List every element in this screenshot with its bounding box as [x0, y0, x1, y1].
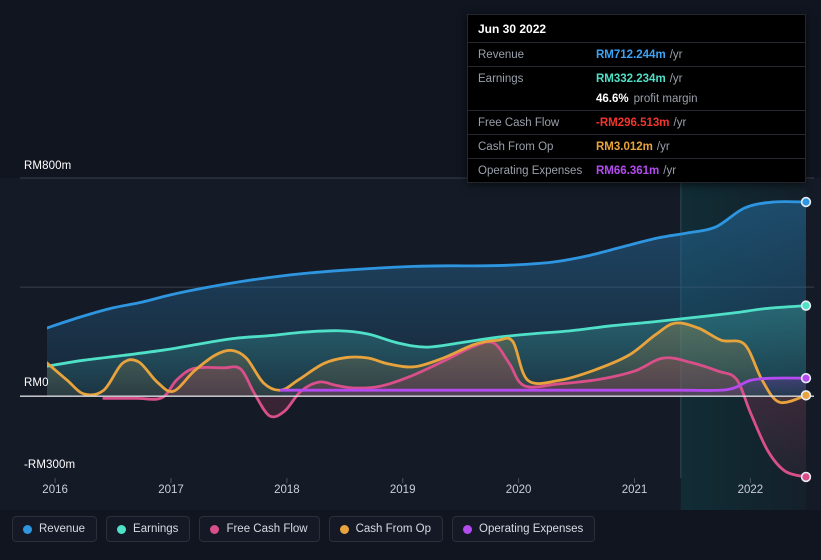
tooltip-row-value: RM712.244m [596, 48, 666, 61]
data-tooltip: Jun 30 2022 Revenue RM712.244m/yr Earnings… [467, 14, 806, 183]
legend-color-dot-icon [463, 524, 473, 534]
tooltip-row: Revenue RM712.244m/yr [468, 42, 805, 66]
legend-color-dot-icon [210, 524, 220, 534]
x-axis-tick-2022: 2022 [737, 484, 764, 496]
tooltip-row-value: -RM296.513m [596, 116, 670, 129]
tooltip-row-unit: /yr [669, 72, 683, 85]
tooltip-row: 46.6% profit margin [468, 90, 805, 110]
x-axis-tick-2021: 2021 [621, 484, 648, 496]
legend-item-label: Earnings [133, 523, 179, 535]
y-axis-label-zero: RM0 [24, 377, 49, 389]
legend-item-operating-expenses[interactable]: Operating Expenses [452, 516, 596, 542]
tooltip-row-label: Free Cash Flow [478, 116, 560, 129]
legend-item-cash-from-op[interactable]: Cash From Op [328, 516, 444, 542]
tooltip-row-label: Revenue [478, 48, 525, 61]
tooltip-row-label: Cash From Op [478, 140, 554, 153]
x-axis-tick-2020: 2020 [505, 484, 532, 496]
legend-item-free-cash-flow[interactable]: Free Cash Flow [199, 516, 320, 542]
tooltip-row-value: RM66.361m [596, 164, 660, 177]
tooltip-date: Jun 30 2022 [478, 22, 547, 36]
x-axis-tick-2018: 2018 [274, 484, 300, 496]
tooltip-row: Free Cash Flow -RM296.513m/yr [468, 110, 805, 134]
legend-item-label: Free Cash Flow [226, 523, 308, 535]
x-axis-tick-2019: 2019 [389, 484, 416, 496]
tooltip-row-label: Operating Expenses [478, 164, 583, 177]
tooltip-row: Operating Expenses RM66.361m/yr [468, 158, 805, 182]
y-axis-label-top: RM800m [24, 160, 72, 172]
legend-item-label: Revenue [39, 523, 86, 535]
chart-screenshot: RM800m RM0 -RM300m 2016 2017 2018 2019 2020 2… [0, 0, 821, 560]
legend-color-dot-icon [117, 524, 127, 534]
legend-color-dot-icon [339, 524, 349, 534]
x-axis-tick-2016: 2016 [42, 484, 68, 496]
tooltip-row-unit: /yr [656, 140, 670, 153]
x-axis-tick-2017: 2017 [158, 484, 184, 496]
tooltip-row-value: RM3.012m [596, 140, 653, 153]
legend-color-dot-icon [23, 524, 32, 534]
tooltip-rows: Revenue RM712.244m/yr Earnings RM332.234m/y… [468, 42, 805, 182]
tooltip-row-unit: /yr [673, 116, 687, 129]
tooltip-row: Earnings RM332.234m/yr [468, 66, 805, 90]
tooltip-row-value: RM332.234m [596, 72, 666, 85]
tooltip-row-unit: /yr [669, 48, 683, 61]
tooltip-row-sublabel: profit margin [633, 92, 698, 105]
legend-item-revenue[interactable]: Revenue [12, 516, 98, 542]
legend-item-label: Operating Expenses [479, 523, 584, 535]
tooltip-row-value: 46.6% [596, 92, 629, 105]
tooltip-row: Cash From Op RM3.012m/yr [468, 134, 805, 158]
chart-legend: Revenue Earnings Free Cash Flow Cash From O… [12, 516, 596, 542]
legend-item-earnings[interactable]: Earnings [106, 516, 191, 542]
tooltip-row-label: Earnings [478, 72, 524, 85]
tooltip-row-unit: /yr [663, 164, 677, 177]
legend-item-label: Cash From Op [355, 523, 432, 535]
y-axis-label-bottom: -RM300m [24, 459, 76, 471]
